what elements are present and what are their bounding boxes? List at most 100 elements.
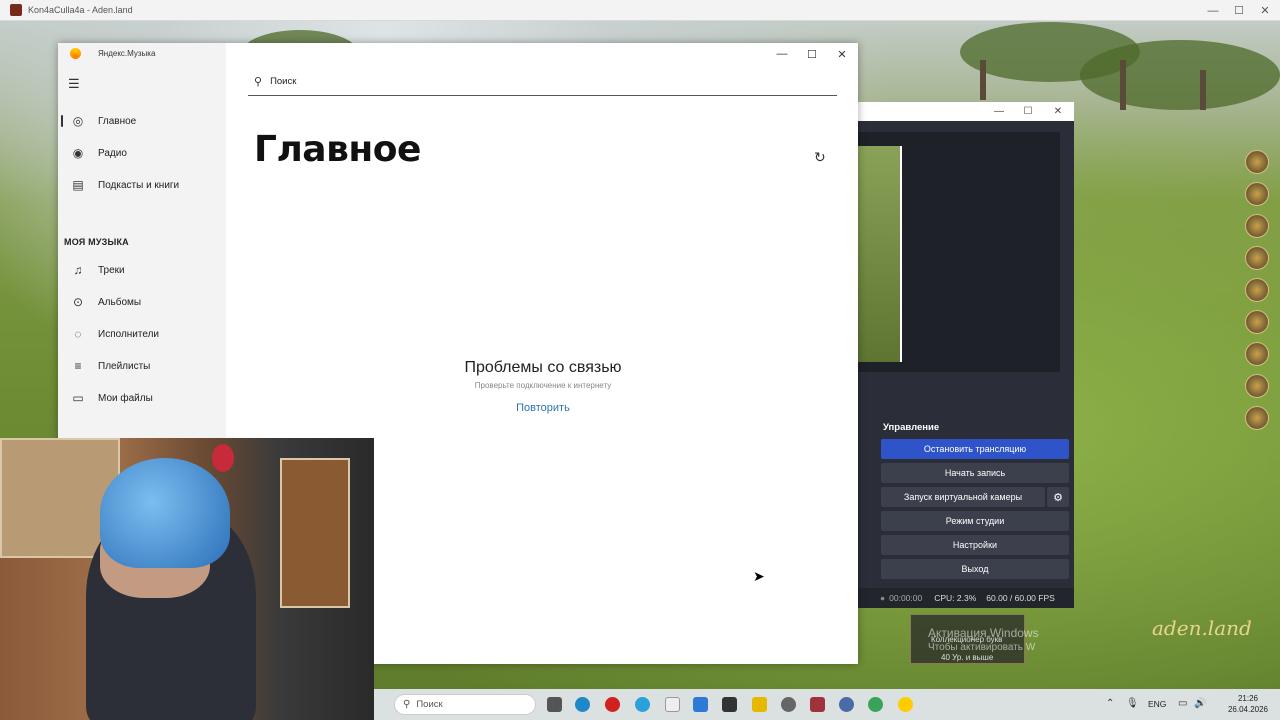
collector-level: 40 Ур. и выше	[941, 653, 994, 662]
edge-icon[interactable]	[575, 697, 590, 712]
door	[280, 458, 350, 608]
sidebar-item-playlists[interactable]: ≡ Плейлисты	[58, 354, 226, 378]
telegram-icon[interactable]	[635, 697, 650, 712]
search-icon: ⚲	[403, 699, 411, 710]
skill-icon[interactable]	[1245, 310, 1269, 334]
task-view-icon[interactable]	[547, 697, 562, 712]
game-window-title: Kon4aCulla4a - Aden.land	[28, 5, 133, 15]
network-icon[interactable]: ▭	[1178, 698, 1187, 709]
skill-icon[interactable]	[1245, 278, 1269, 302]
sidebar-item-podcasts[interactable]: ▤ Подкасты и книги	[58, 173, 226, 197]
sidebar-item-my-files[interactable]: ▭ Мои файлы	[58, 386, 226, 410]
chevron-up-icon[interactable]: ⌃	[1106, 698, 1114, 709]
retry-link[interactable]: Повторить	[493, 402, 593, 414]
obs-controls-header: Управление	[878, 417, 1074, 437]
taskbar-search[interactable]: ⚲ Поиск	[394, 694, 536, 715]
obs-window: — ☐ ✕ Управление Остановить трансляцию Н…	[858, 102, 1074, 608]
clock-time: 21:26	[1237, 694, 1259, 703]
error-subtitle: Проверьте подключение к интернету	[474, 381, 612, 390]
close-icon[interactable]: ✕	[1248, 0, 1280, 21]
minimize-icon[interactable]: —	[984, 102, 1014, 121]
skill-icon[interactable]	[1245, 406, 1269, 430]
obs-preview-source	[858, 146, 902, 362]
windows-activation-watermark: Активация Windows	[928, 626, 1039, 640]
sidebar-item-label: Подкасты и книги	[98, 179, 180, 191]
sidebar-item-radio[interactable]: ◉ Радио	[58, 141, 226, 165]
maximize-icon[interactable]: ☐	[1013, 102, 1043, 121]
artist-icon: ◌	[74, 327, 82, 341]
refresh-icon[interactable]: ↻	[814, 149, 826, 166]
close-icon[interactable]: ✕	[826, 43, 858, 65]
skill-icon[interactable]	[1245, 150, 1269, 174]
skill-icon[interactable]	[1245, 246, 1269, 270]
app-icon[interactable]	[810, 697, 825, 712]
status-cpu: CPU: 2.3%	[934, 593, 977, 603]
obs-status-bar: ● 00:00:00 CPU: 2.3% 60.00 / 60.00 FPS	[858, 588, 1074, 608]
chrome-icon[interactable]	[868, 697, 883, 712]
skill-icon[interactable]	[1245, 182, 1269, 206]
status-fps: 60.00 / 60.00 FPS	[986, 593, 1055, 603]
book-icon: ▤	[72, 178, 84, 192]
sidebar-item-tracks[interactable]: ♫ Треки	[58, 258, 226, 282]
game-launcher-icon[interactable]	[722, 697, 737, 712]
game-hud-skillbar	[1243, 150, 1271, 438]
record-dot-icon: ●	[880, 593, 886, 603]
sidebar-item-albums[interactable]: ⊙ Альбомы	[58, 290, 226, 314]
explorer-icon[interactable]	[693, 697, 708, 712]
person-helmet	[100, 458, 230, 568]
maximize-icon[interactable]: ☐	[796, 43, 828, 65]
skill-icon[interactable]	[1245, 342, 1269, 366]
search-icon: ⚲	[254, 76, 263, 88]
balloon	[212, 444, 234, 472]
playlist-icon: ≡	[74, 359, 82, 373]
start-recording-button[interactable]: Начать запись	[881, 463, 1069, 483]
language-indicator[interactable]: ENG	[1148, 699, 1166, 709]
studio-mode-button[interactable]: Режим студии	[881, 511, 1069, 531]
close-icon[interactable]: ✕	[1043, 102, 1073, 121]
obs-icon[interactable]	[781, 697, 796, 712]
app-title: Яндекс.Музыка	[98, 49, 156, 58]
sidebar-item-label: Главное	[98, 115, 137, 127]
target-icon: ◎	[72, 114, 84, 128]
game-window-titlebar: Kon4aCulla4a - Aden.land — ☐ ✕	[0, 0, 1280, 21]
file-icon[interactable]	[665, 697, 680, 712]
folder-icon: ▭	[72, 391, 84, 405]
skill-icon[interactable]	[1245, 214, 1269, 238]
app-icon[interactable]	[752, 697, 767, 712]
game-app-icon	[10, 4, 22, 16]
sidebar-item-label: Альбомы	[98, 296, 142, 308]
virtual-camera-button[interactable]: Запуск виртуальной камеры	[881, 487, 1045, 507]
sidebar-item-label: Плейлисты	[98, 360, 151, 372]
skill-icon[interactable]	[1245, 374, 1269, 398]
search-input[interactable]	[270, 76, 791, 87]
yandex-music-logo	[70, 48, 81, 59]
page-title: Главное	[254, 129, 421, 170]
sidebar-item-label: Треки	[98, 264, 125, 276]
status-time: 00:00:00	[889, 593, 923, 603]
gear-icon[interactable]: ⚙	[1047, 487, 1069, 507]
radio-icon: ◉	[72, 146, 84, 160]
disc-icon: ⊙	[72, 295, 84, 309]
search-bar: ⚲	[248, 68, 837, 96]
microphone-icon[interactable]: 🎙	[1126, 698, 1139, 709]
settings-button[interactable]: Настройки	[881, 535, 1069, 555]
app-icon[interactable]	[839, 697, 854, 712]
mouse-cursor-icon: ➤	[753, 568, 765, 584]
error-title: Проблемы со связью	[464, 359, 622, 376]
opera-icon[interactable]	[605, 697, 620, 712]
obs-preview[interactable]	[858, 132, 1060, 372]
clock-date: 26.04.2026	[1227, 705, 1269, 714]
minimize-icon[interactable]: —	[766, 43, 798, 65]
menu-icon[interactable]: ☰	[68, 76, 80, 92]
taskbar: ⚲ Поиск ⌃ 🎙 ENG ▭ 🔊 21:26 26.04.2026	[374, 689, 1280, 720]
webcam-overlay	[0, 438, 374, 720]
stop-stream-button[interactable]: Остановить трансляцию	[881, 439, 1069, 459]
clock[interactable]: 21:26 26.04.2026	[1220, 693, 1276, 715]
sidebar-item-home[interactable]: ◎ Главное	[58, 109, 226, 133]
game-brand-logo: aden.land	[1152, 616, 1252, 640]
sidebar-item-artists[interactable]: ◌ Исполнители	[58, 322, 226, 346]
exit-button[interactable]: Выход	[881, 559, 1069, 579]
taskbar-search-label: Поиск	[416, 699, 443, 710]
volume-icon[interactable]: 🔊	[1194, 698, 1206, 709]
yandex-music-icon[interactable]	[898, 697, 913, 712]
